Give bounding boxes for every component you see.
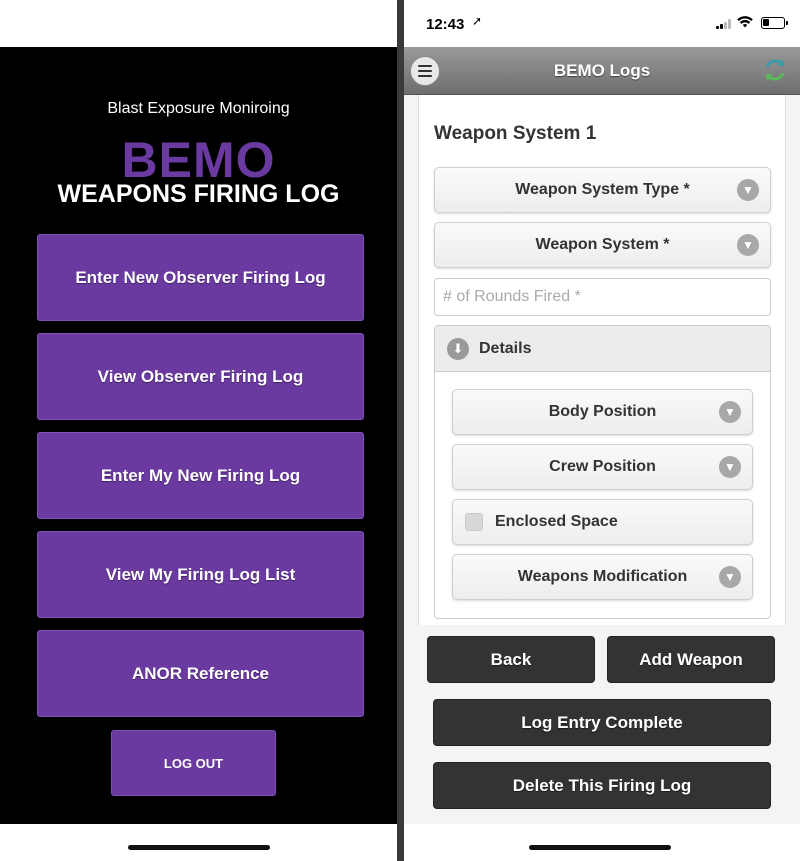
- delete-firing-log-button[interactable]: Delete This Firing Log: [433, 762, 771, 809]
- weapon-system-type-label: Weapon System Type *: [515, 181, 690, 198]
- app-subtitle: Blast Exposure Moniroing: [107, 100, 290, 117]
- crew-position-select[interactable]: Crew Position ▼: [452, 444, 753, 490]
- status-bar-right: 12:43 ➚: [404, 0, 800, 47]
- back-button[interactable]: Back: [427, 636, 595, 683]
- crew-position-label: Crew Position: [549, 458, 656, 475]
- status-time: 12:43: [426, 16, 465, 33]
- weapon-system-label: Weapon System *: [535, 236, 670, 253]
- app-title: WEAPONS FIRING LOG: [57, 180, 340, 208]
- chevron-down-icon: ▼: [737, 179, 759, 201]
- status-bar-left: [0, 0, 397, 47]
- add-weapon-button[interactable]: Add Weapon: [607, 636, 775, 683]
- weapon-system-card: Weapon System 1 Weapon System Type * ▼ W…: [418, 95, 786, 625]
- sync-icon[interactable]: [760, 55, 790, 85]
- weapon-system-type-select[interactable]: Weapon System Type * ▼: [434, 167, 771, 213]
- battery-icon: [761, 17, 788, 29]
- chevron-down-icon: ▼: [719, 401, 741, 423]
- log-out-button[interactable]: LOG OUT: [111, 730, 276, 796]
- weapon-system-select[interactable]: Weapon System * ▼: [434, 222, 771, 268]
- checkbox-icon: [465, 513, 483, 531]
- wifi-icon: [737, 15, 753, 31]
- enter-new-observer-firing-log-button[interactable]: Enter New Observer Firing Log: [37, 234, 364, 321]
- home-indicator-left[interactable]: [128, 845, 270, 850]
- details-header[interactable]: ⬇ Details: [435, 326, 770, 372]
- view-observer-firing-log-button[interactable]: View Observer Firing Log: [37, 333, 364, 420]
- header-title: BEMO Logs: [553, 61, 651, 80]
- rounds-fired-input[interactable]: # of Rounds Fired *: [434, 278, 771, 316]
- chevron-down-icon: ▼: [719, 566, 741, 588]
- body-position-select[interactable]: Body Position ▼: [452, 389, 753, 435]
- form-content: Weapon System 1 Weapon System Type * ▼ W…: [404, 95, 800, 824]
- log-entry-complete-button[interactable]: Log Entry Complete: [433, 699, 771, 746]
- body-position-label: Body Position: [548, 403, 657, 420]
- home-indicator-bar-left: [0, 824, 397, 861]
- app-header: BEMO Logs: [404, 47, 800, 95]
- enter-my-new-firing-log-button[interactable]: Enter My New Firing Log: [37, 432, 364, 519]
- details-label: Details: [479, 339, 532, 357]
- weapons-modification-select[interactable]: Weapons Modification ▼: [452, 554, 753, 600]
- home-indicator-right[interactable]: [529, 845, 671, 850]
- signal-icon: [716, 19, 734, 29]
- anor-reference-button[interactable]: ANOR Reference: [37, 630, 364, 717]
- enclosed-space-checkbox[interactable]: Enclosed Space: [452, 499, 753, 545]
- enclosed-space-label: Enclosed Space: [495, 513, 618, 530]
- weapons-modification-label: Weapons Modification: [517, 568, 688, 585]
- location-arrow-icon: ➚: [472, 14, 483, 28]
- home-indicator-bar-right: [404, 824, 800, 861]
- view-my-firing-log-list-button[interactable]: View My Firing Log List: [37, 531, 364, 618]
- main-menu-screen: Blast Exposure Moniroing BEMO WEAPONS FI…: [0, 0, 397, 861]
- weapon-system-title: Weapon System 1: [434, 123, 597, 144]
- screenshot-stage: Blast Exposure Moniroing BEMO WEAPONS FI…: [0, 0, 800, 861]
- chevron-down-icon: ▼: [719, 456, 741, 478]
- chevron-down-icon: ▼: [737, 234, 759, 256]
- weapon-log-form-screen: 12:43 ➚ BEMO Logs Weapon System 1 Weapon…: [404, 0, 800, 861]
- arrow-down-circle-icon: ⬇: [447, 337, 469, 360]
- details-collapsible: ⬇ Details Body Position ▼ Crew Position …: [434, 325, 771, 619]
